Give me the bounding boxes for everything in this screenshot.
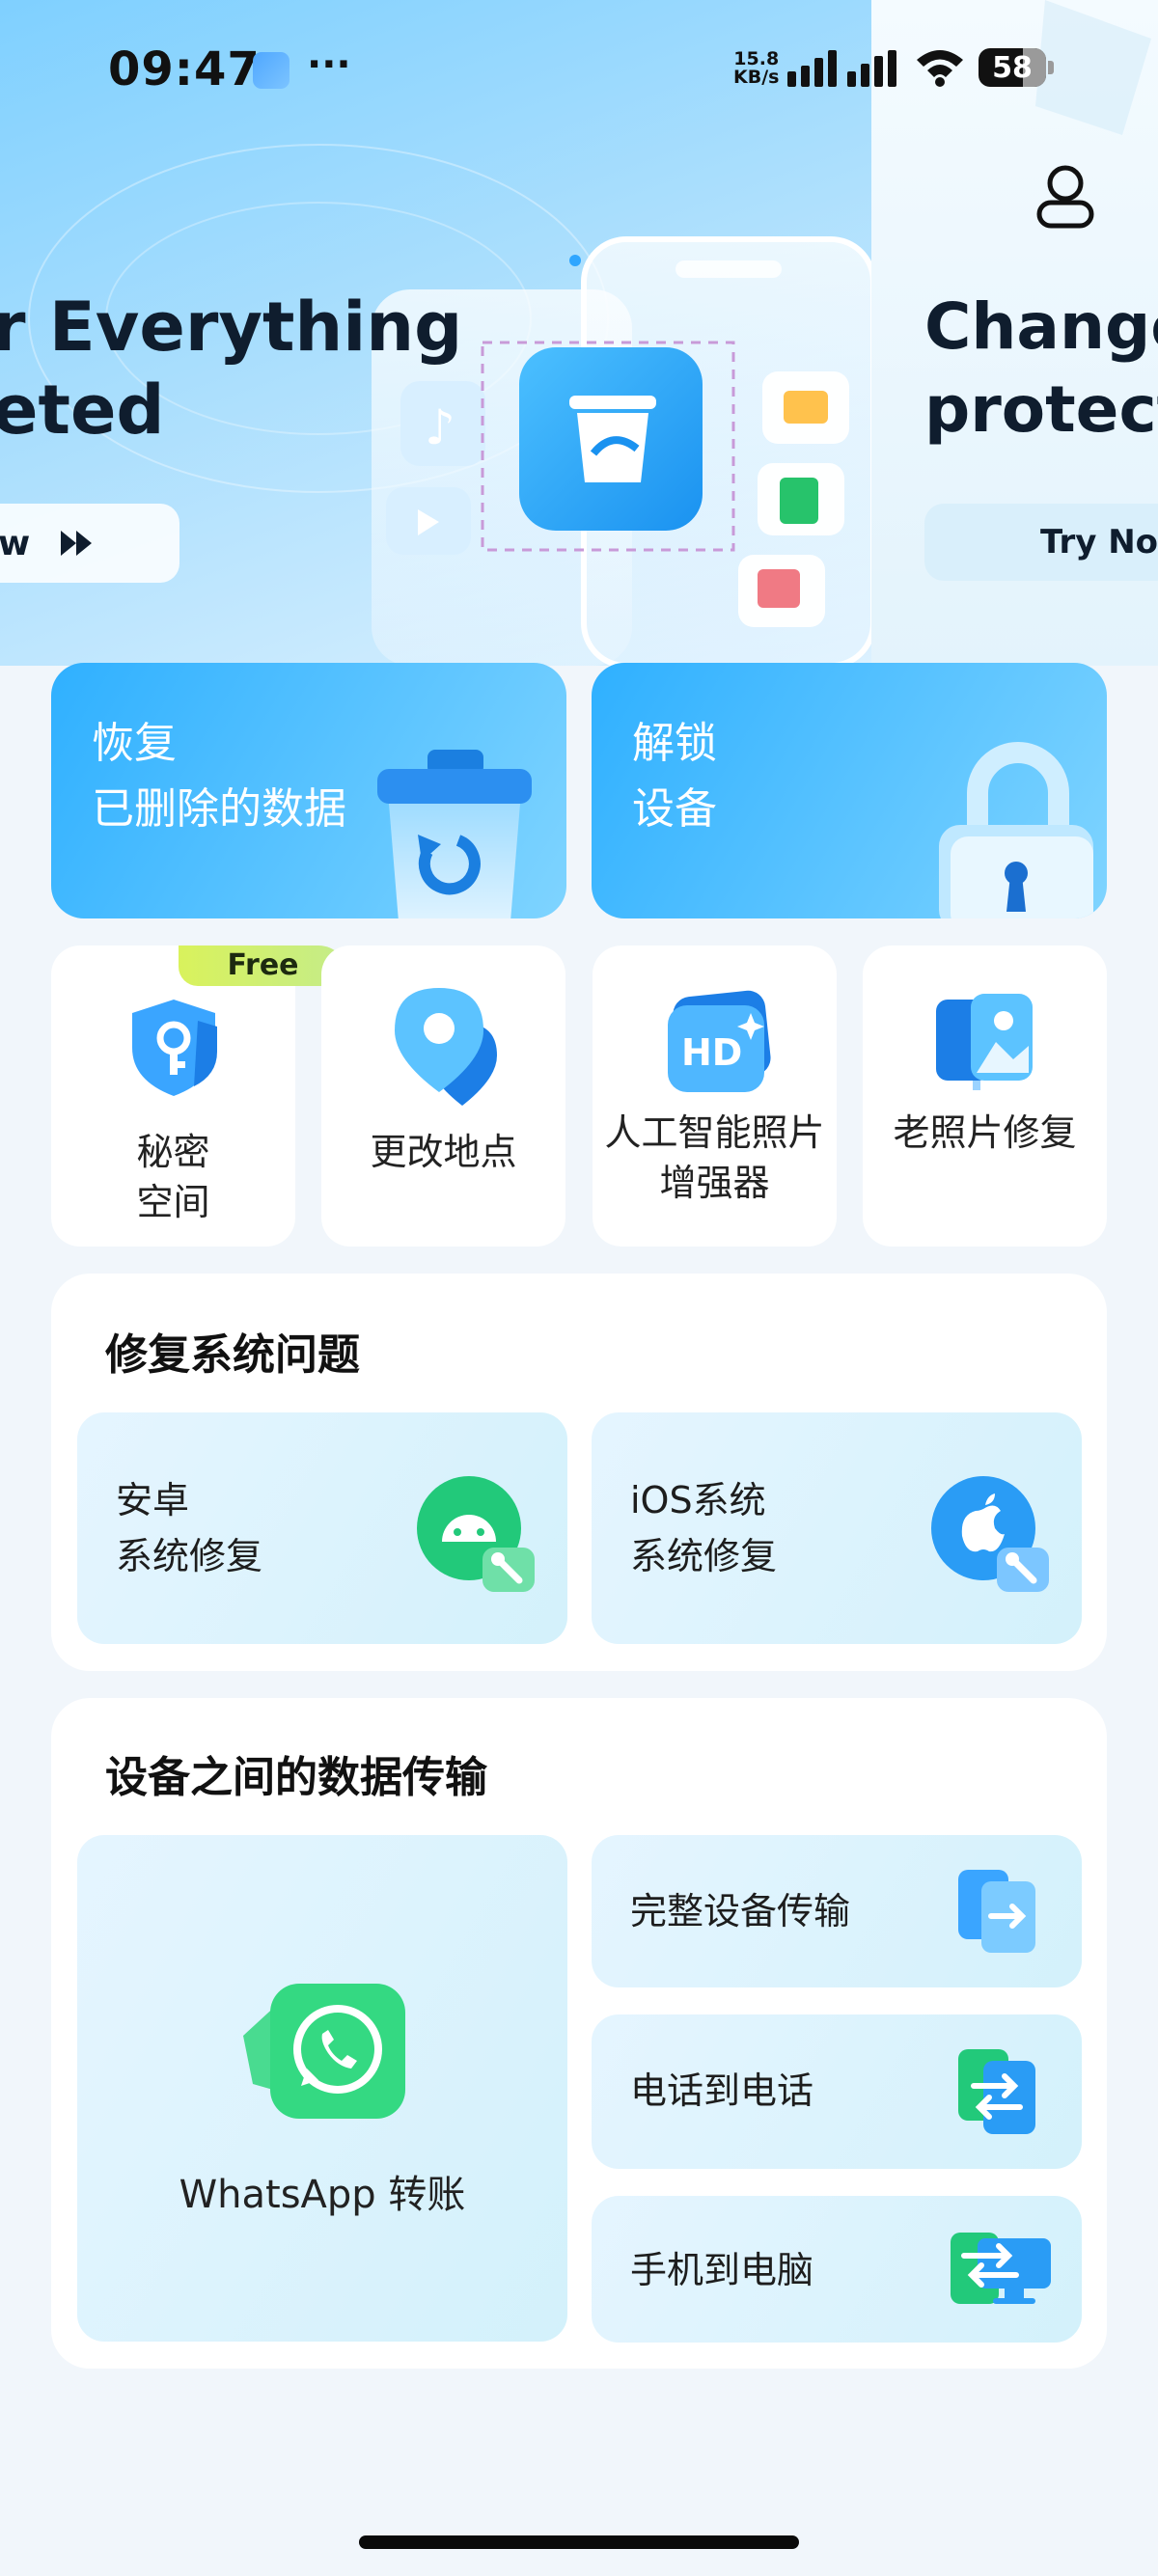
phone-to-pc-card[interactable]: 手机到电脑 [592,2196,1082,2343]
phone-to-pc-icon [951,2233,1051,2304]
hd-photo-icon: HD [668,990,771,1092]
tool-old-photo-restore[interactable]: 老照片修复 [863,945,1107,1247]
banner-cta-button[interactable]: w [0,504,179,583]
tool-ai-photo-enhancer-label: 人工智能照片 增强器 [604,1111,825,1204]
double-chevron-right-icon [61,531,93,556]
tool-secret-space[interactable]: Free 秘密 空间 [51,945,347,1247]
network-speed: 15.8 KB/s [733,50,779,87]
banner-next-cta-button[interactable]: Try Now [924,504,1158,581]
phone-to-phone-label: 电话到电话 [630,2069,814,2112]
banner-slide-next[interactable]: Change protect Try Now [871,0,1158,666]
home-indicator[interactable] [359,2535,799,2549]
shield-key-icon [132,1000,217,1096]
banner-next-title-line1: Change [924,289,1158,364]
repair-section-title: 修复系统问题 [105,1330,360,1380]
battery-level: 58 [992,51,1033,85]
tool-ai-photo-enhancer[interactable]: HD 人工智能照片 增强器 [593,945,837,1247]
recover-card-label: 恢复 已删除的数据 [92,719,346,834]
status-time: 09:47 [108,42,261,96]
svg-text:♪: ♪ [425,399,455,455]
network-speed-unit: KB/s [733,67,780,88]
notification-app-icon [253,52,290,89]
android-repair-label: 安卓 系统修复 [116,1479,263,1577]
svg-text:HD: HD [681,1031,742,1074]
whatsapp-transfer-card[interactable]: WhatsApp 转账 [77,1835,567,2342]
transfer-section-title: 设备之间的数据传输 [105,1753,487,1802]
banner-next-cta-label: Try Now [1040,523,1158,562]
padlock-icon [939,742,1093,918]
battery-indicator: 58 [979,48,1056,87]
trash-restore-icon [377,750,532,918]
unlock-card-label: 解锁 设备 [632,719,717,834]
unlock-device-card[interactable]: 解锁 设备 [592,663,1107,918]
repair-section: 修复系统问题 安卓 系统修复 iOS系统 系统修复 [51,1274,1107,1671]
phone-to-phone-icon [958,2049,1035,2134]
transfer-section: 设备之间的数据传输 WhatsApp 转账 完整设备传输 电话到电话 手机到电脑 [51,1698,1107,2369]
android-repair-icon [417,1476,535,1592]
full-device-transfer-card[interactable]: 完整设备传输 [592,1835,1082,1987]
wifi-icon [917,50,963,87]
whatsapp-transfer-label: WhatsApp 转账 [179,2173,466,2217]
full-device-transfer-label: 完整设备传输 [630,1890,851,1932]
tool-change-location-label: 更改地点 [370,1131,517,1173]
location-pin-icon [395,988,497,1106]
apple-repair-icon [931,1476,1049,1592]
banner-title-line1: r Everything [0,288,463,367]
banner-title-line2: eted [0,370,165,450]
ios-repair-card[interactable]: iOS系统 系统修复 [592,1412,1082,1644]
tool-old-photo-restore-label: 老照片修复 [893,1111,1077,1154]
phone-to-phone-card[interactable]: 电话到电话 [592,2014,1082,2169]
whatsapp-icon [243,1984,405,2119]
signal-icon [787,50,896,87]
phone-to-pc-label: 手机到电脑 [630,2249,814,2291]
user-icon[interactable] [1035,164,1095,232]
android-repair-card[interactable]: 安卓 系统修复 [77,1412,567,1644]
device-transfer-icon [958,1870,1035,1953]
tool-secret-space-label: 秘密 空间 [136,1131,210,1223]
banner-slide-current[interactable]: ♪ r Everything eted w [0,0,871,666]
tool-change-location[interactable]: 更改地点 [321,945,565,1247]
promo-banner[interactable]: ♪ r Everything eted w Chang protec Try N… [0,0,1158,666]
photo-restore-icon [936,994,1033,1090]
status-more-indicator: ··· [307,42,351,87]
ios-repair-label: iOS系统 系统修复 [630,1479,778,1577]
banner-next-title-line2: protect [924,372,1158,447]
banner-cta-label: w [0,523,31,563]
recover-deleted-data-card[interactable]: 恢复 已删除的数据 [51,663,566,918]
